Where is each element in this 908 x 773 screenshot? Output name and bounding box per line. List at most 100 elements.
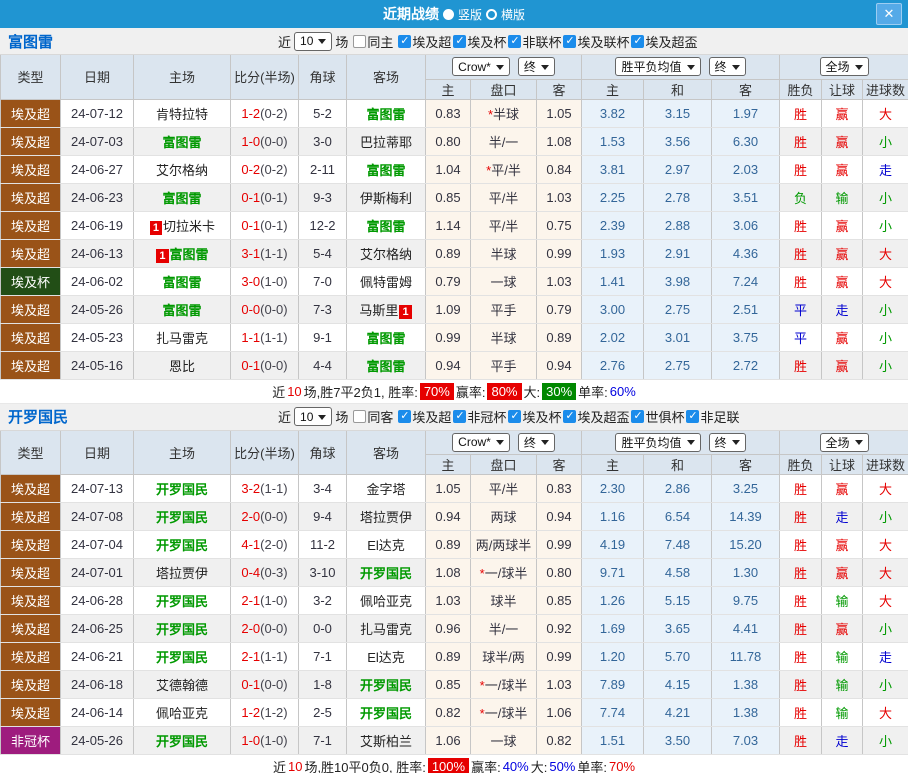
league-filter[interactable]: ✓ 非足联 [686,407,740,426]
corner-cell: 2-11 [298,155,347,184]
away-odds-cell: 1.06 [536,698,582,727]
summary-row: 近 10 场,胜7平2负1, 胜率: 70% 赢率: 80% 大: 30% 单率: 60% [0,380,908,404]
sub-col-away-odds: 客 [536,454,582,475]
vertical-radio-label[interactable]: 竖版 [458,6,482,23]
horizontal-radio-icon[interactable] [486,8,497,20]
date-cell: 24-05-26 [60,726,134,755]
goals-result-cell: 大 [862,586,908,615]
score-cell: 3-2(1-1) [230,474,299,503]
avg-lose-cell: 3.25 [710,474,781,503]
avg-win-cell: 1.41 [581,267,644,296]
avg-select[interactable]: 胜平负均值 [615,432,701,452]
summary-part: 10 [287,383,302,399]
avg-final-select[interactable]: 终 [708,432,746,452]
col-type: 类型 [0,55,61,100]
result-cell: 胜 [779,267,823,296]
away-odds-cell: 1.03 [536,670,582,699]
league-filter[interactable]: ✓ 埃及杯 [453,32,506,51]
bookmaker-select[interactable]: Crow* [452,432,510,452]
type-cell: 埃及超 [0,698,61,727]
team-label: 富图雷 [366,330,406,346]
league-filter-label: 非足联 [700,410,740,425]
away-odds-cell: 0.79 [536,295,582,324]
avg-draw-cell: 2.97 [643,155,712,184]
date-cell: 24-06-23 [60,183,134,212]
home-odds-cell: 0.94 [425,351,471,380]
corner-cell: 9-4 [298,502,347,531]
away-team-cell: 富图雷 [346,351,426,380]
league-filter[interactable]: ✓ 埃及超 [398,407,451,426]
corner-cell: 9-3 [298,183,347,212]
team-label: 扎马雷克 [359,622,412,637]
same-venue-filter[interactable]: 同客 [353,407,393,426]
sub-col-avg-lose: 客 [710,454,781,475]
date-cell: 24-06-18 [60,670,134,699]
match-count-select[interactable]: 10 [294,31,333,51]
table-row: 埃及超 24-06-18 艾德翰德 0-1(0-0) 1-8 开罗国民 0.85 *一/球半 1… [0,670,908,699]
away-odds-cell: 0.83 [536,474,582,503]
checkbox-icon[interactable]: ✓ [398,410,412,423]
fulltime-score: 0-1 [241,357,261,373]
away-odds-cell: 1.03 [536,267,582,296]
corner-cell: 4-4 [298,351,347,380]
checkbox-icon[interactable]: ✓ [686,410,700,423]
goals-result-cell: 大 [862,530,908,559]
checkbox-icon[interactable]: ✓ [563,34,577,48]
fulltime-score: 2-0 [241,509,261,524]
avg-lose-cell: 1.30 [710,558,781,587]
bookmaker-select[interactable]: Crow* [452,57,510,77]
avg-final-select[interactable]: 终 [708,57,746,77]
checkbox-icon[interactable]: ✓ [563,410,577,423]
league-filter[interactable]: ✓ 埃及杯 [508,407,561,426]
away-team-cell: 伊斯梅利 [346,183,426,212]
match-count-select[interactable]: 10 [294,407,333,426]
home-team-cell: 富图雷 [133,183,231,212]
handicap-result-cell: 赢 [821,614,864,643]
vertical-radio-icon[interactable] [442,8,454,20]
team-label: 开罗国民 [155,622,208,637]
checkbox-icon[interactable]: ✓ [453,34,467,48]
corner-cell: 5-4 [298,239,347,268]
horizontal-radio-label[interactable]: 横版 [501,6,525,23]
table-row: 非冠杯 24-05-26 开罗国民 1-0(1-0) 7-1 艾斯柏兰 1.06 一球 0.82… [0,726,908,755]
checkbox-icon[interactable]: ✓ [631,34,645,48]
league-filter[interactable]: ✓ 埃及超 [398,32,451,51]
date-cell: 24-06-13 [60,239,134,268]
score-cell: 1-1(1-1) [230,323,299,352]
odds-final-select[interactable]: 终 [517,57,555,77]
checkbox-icon[interactable]: ✓ [631,410,645,423]
checkbox-icon[interactable]: ✓ [398,34,412,48]
league-filter[interactable]: ✓ 埃及联杯 [563,32,629,51]
home-team-cell: 开罗国民 [133,586,231,615]
checkbox-icon[interactable] [353,410,367,423]
goals-result-cell: 大 [862,474,908,503]
corner-cell: 9-1 [298,323,347,352]
avg-select[interactable]: 胜平负均值 [615,57,701,77]
checkbox-icon[interactable]: ✓ [453,410,467,423]
league-filter[interactable]: ✓ 埃及超盃 [631,32,697,51]
corner-cell: 5-2 [298,99,347,128]
card-badge: 1 [149,220,163,235]
score-cell: 1-0(1-0) [230,726,299,755]
league-filters: ✓ 埃及超 ✓ 埃及杯 ✓ 非联杯 ✓ 埃及联杯 ✓ 埃及超盃 [396,32,697,51]
league-filter-label: 非冠杯 [467,410,507,425]
league-filter[interactable]: ✓ 非冠杯 [453,407,506,426]
checkbox-icon[interactable]: ✓ [508,410,522,423]
score-cell: 0-1(0-0) [230,351,299,380]
avg-draw-cell: 3.01 [643,323,712,352]
same-venue-filter[interactable]: 同主 [353,32,393,51]
checkbox-icon[interactable] [353,34,367,48]
league-filter[interactable]: ✓ 埃及超盃 [563,407,629,426]
fullmatch-select[interactable]: 全场 [819,432,869,452]
away-team-cell: 佩特雷姆 [346,267,426,296]
team-label: 富图雷 [366,358,406,374]
type-cell: 埃及超 [0,474,61,503]
close-button[interactable]: ✕ [876,3,902,25]
summary-part: 10 [287,759,303,773]
early-change-star: * [479,706,485,721]
odds-final-select[interactable]: 终 [517,432,555,452]
league-filter[interactable]: ✓ 非联杯 [508,32,561,51]
league-filter[interactable]: ✓ 世俱杯 [631,407,684,426]
fullmatch-select[interactable]: 全场 [819,57,869,77]
checkbox-icon[interactable]: ✓ [508,34,522,48]
